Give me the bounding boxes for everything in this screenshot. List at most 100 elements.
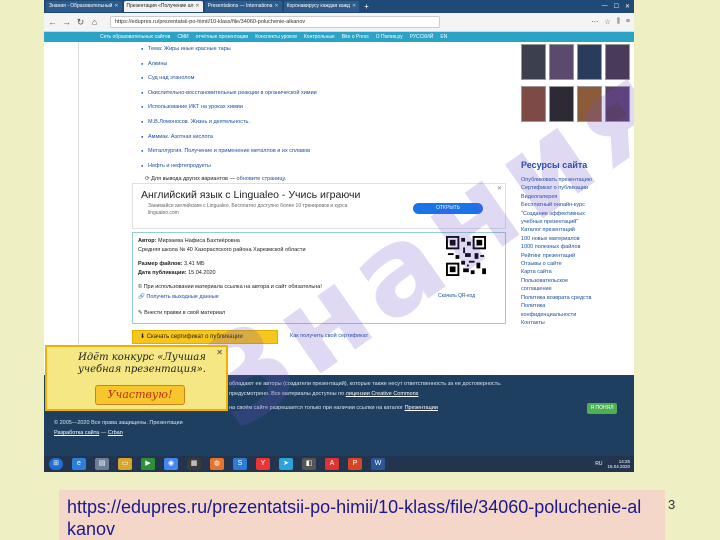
refresh-page-link[interactable]: обновите страницу.	[237, 176, 287, 182]
site-nav-item[interactable]: О Пюпик.ру	[376, 34, 403, 40]
browser-tab-3[interactable]: Presentations — Internationa ✕	[204, 1, 282, 12]
resource-link[interactable]: "Создание эффективных	[521, 210, 631, 218]
yandex-icon[interactable]: Y	[256, 458, 270, 470]
catalog-link[interactable]: Презентации	[405, 405, 438, 411]
file-manager-icon[interactable]: ▤	[95, 458, 109, 470]
site-nav-item[interactable]: РУССКИЙ	[410, 34, 434, 40]
resource-link[interactable]: Политика	[521, 302, 631, 310]
how-to-get-certificate-link[interactable]: Как получить свой сертификат	[290, 333, 368, 339]
resource-link[interactable]: конфиденциальности	[521, 311, 631, 319]
telegram-icon[interactable]: ➤	[279, 458, 293, 470]
qr-code[interactable]	[446, 236, 486, 276]
qr-download-link[interactable]: Скачать QR-код	[438, 293, 475, 299]
skype-icon[interactable]: S	[233, 458, 247, 470]
list-item[interactable]: Нефть и нефтепродукты	[88, 159, 508, 174]
site-nav-item[interactable]: EN	[440, 34, 447, 40]
site-nav-item[interactable]: СМИ	[177, 34, 188, 40]
back-arrow-icon[interactable]: ←	[48, 17, 57, 27]
menu-icon[interactable]: ≡	[626, 18, 630, 26]
resource-link[interactable]: Видеогалерея	[521, 193, 631, 201]
resource-link[interactable]: Рейтинг презентаций	[521, 252, 631, 260]
thumbnail[interactable]	[521, 44, 546, 80]
chrome-icon[interactable]: ◉	[164, 458, 178, 470]
ad-title[interactable]: Английский язык с Lingualeo - Учись игра…	[141, 189, 360, 201]
dev-link[interactable]: Crban	[108, 430, 123, 436]
language-indicator[interactable]: RU	[595, 461, 602, 467]
caption-link[interactable]: https://edupres.ru/prezentatsii-po-himii…	[59, 490, 649, 540]
pdf-icon[interactable]: A	[325, 458, 339, 470]
browser-tab-4[interactable]: Коронавирусу каждая кажд ✕	[283, 1, 360, 12]
resource-link[interactable]: Политика возврата средств	[521, 294, 631, 302]
participate-button[interactable]: Участвую!	[95, 385, 185, 405]
resource-link[interactable]: Карта сайта	[521, 268, 631, 276]
more-icon[interactable]: ⋯	[591, 18, 598, 26]
close-icon[interactable]: ✕	[114, 1, 118, 12]
list-item[interactable]: Суд над этанолом	[88, 71, 508, 86]
site-nav-item[interactable]: Сеть образовательных сайтов	[100, 34, 170, 40]
firefox-icon[interactable]: ◍	[210, 458, 224, 470]
site-nav-item[interactable]: Конспекты уроков	[255, 34, 297, 40]
output-data-link[interactable]: 🔗 Получить выходные данные	[138, 294, 219, 300]
list-item[interactable]: Металлургия. Получение и применение мета…	[88, 144, 508, 159]
minimize-icon[interactable]: —	[602, 3, 608, 10]
list-item[interactable]: Использование ИКТ на уроках химии	[88, 100, 508, 115]
thumbnail[interactable]	[521, 86, 546, 122]
start-icon[interactable]: ⊞	[49, 458, 63, 470]
resource-link[interactable]: Отзывы о сайте	[521, 260, 631, 268]
resource-link[interactable]: Опубликовать презентацию	[521, 176, 631, 184]
new-tab-button[interactable]: +	[364, 2, 369, 11]
reload-icon[interactable]: ↻	[76, 17, 85, 28]
close-icon[interactable]: ✕	[195, 1, 199, 12]
close-icon[interactable]: ✕	[352, 1, 356, 12]
resource-link[interactable]: Сертификат о публикации	[521, 184, 631, 192]
thumbnail[interactable]	[549, 44, 574, 80]
forward-arrow-icon[interactable]: →	[62, 17, 71, 27]
resource-link[interactable]: Бесплатный онлайн-курс	[521, 201, 631, 209]
app-icon[interactable]: ◧	[302, 458, 316, 470]
list-item[interactable]: Тема: Жиры иные красные тары	[88, 42, 508, 57]
site-nav-item[interactable]: отчётные презентации	[196, 34, 249, 40]
list-item[interactable]: Окислительно-восстановительные реакции в…	[88, 86, 508, 101]
clock[interactable]: 14:25 15.04.2020	[607, 459, 630, 470]
thumbnail[interactable]	[605, 86, 630, 122]
close-icon[interactable]: ✕	[274, 1, 278, 12]
folder-icon[interactable]: ▭	[118, 458, 132, 470]
ad-open-button[interactable]: ОТКРЫТЬ	[413, 203, 483, 214]
resource-link[interactable]: Каталог презентаций	[521, 226, 631, 234]
address-bar[interactable]: https://edupres.ru/prezentatsii-po-himii…	[110, 16, 440, 28]
thumbnail[interactable]	[577, 44, 602, 80]
site-nav-item[interactable]: Контрольные	[304, 34, 335, 40]
close-icon[interactable]: ✕	[216, 348, 223, 357]
close-icon[interactable]: ✕	[497, 185, 502, 192]
dev-text[interactable]: Разработка сайта	[54, 430, 99, 436]
resource-link[interactable]: Контакты	[521, 319, 631, 327]
browser-tab-2[interactable]: Презентация «Получение ал ✕	[123, 1, 203, 12]
close-window-icon[interactable]: ✕	[625, 3, 630, 10]
resource-link[interactable]: Пользовательское	[521, 277, 631, 285]
maximize-icon[interactable]: ☐	[614, 3, 619, 10]
thumbnail[interactable]	[549, 86, 574, 122]
media-icon[interactable]: ▦	[187, 458, 201, 470]
list-item[interactable]: Алкины	[88, 57, 508, 72]
browser-tab-1[interactable]: Знания - Образовательный ✕	[46, 1, 122, 12]
powerpoint-icon[interactable]: P	[348, 458, 362, 470]
list-item[interactable]: М.В.Ломоносов. Жизнь и деятельность.	[88, 115, 508, 130]
resource-link[interactable]: 100 новых материалов	[521, 235, 631, 243]
thumbnail[interactable]	[577, 86, 602, 122]
download-certificate-button[interactable]: ⬇ Скачать сертификат о публикации	[132, 330, 278, 344]
site-nav-item[interactable]: Bite o Press	[342, 34, 369, 40]
home-icon[interactable]: ⌂	[90, 17, 99, 27]
resource-link[interactable]: соглашение	[521, 285, 631, 293]
thumbnail[interactable]	[605, 44, 630, 80]
app-icon[interactable]: ▶	[141, 458, 155, 470]
list-item[interactable]: Аммиак. Азотная кислота	[88, 130, 508, 145]
resource-link[interactable]: 1000 полезных файлов	[521, 243, 631, 251]
cookie-agree-button[interactable]: Я ПОНЯЛ	[587, 403, 617, 414]
creative-commons-link[interactable]: лицензии Creative Commons	[346, 391, 419, 397]
bookmark-star-icon[interactable]: ☆	[604, 18, 610, 26]
word-icon[interactable]: W	[371, 458, 385, 470]
edit-material-link[interactable]: ✎ Внести правки в свой материал	[138, 310, 225, 316]
library-icon[interactable]: ⫼	[617, 18, 620, 26]
resource-link[interactable]: учебных презентаций"	[521, 218, 631, 226]
ie-icon[interactable]: e	[72, 458, 86, 470]
